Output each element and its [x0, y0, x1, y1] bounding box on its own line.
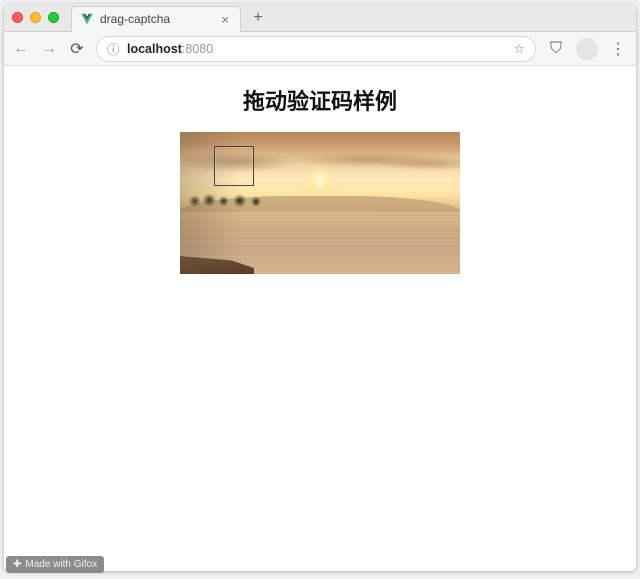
window-close-button[interactable] [12, 12, 23, 23]
url-text: localhost:8080 [127, 42, 213, 56]
gifox-watermark: ✚ Made with Gifox [6, 556, 104, 573]
forward-button[interactable]: → [40, 40, 58, 58]
traffic-lights [12, 12, 59, 23]
url-port: :8080 [182, 42, 213, 56]
window-minimize-button[interactable] [30, 12, 41, 23]
shield-icon[interactable]: ⛉ [546, 40, 566, 58]
profile-avatar-icon[interactable] [576, 38, 598, 60]
tab-close-button[interactable]: × [218, 12, 232, 27]
bookmark-star-icon[interactable]: ☆ [514, 41, 525, 56]
kebab-menu-icon[interactable]: ⋮ [608, 39, 628, 59]
vue-favicon-icon [80, 12, 94, 26]
browser-tab[interactable]: drag-captcha × [71, 6, 241, 32]
watermark-text: Made with Gifox [25, 559, 97, 570]
new-tab-button[interactable]: + [249, 9, 267, 27]
tab-title: drag-captcha [100, 12, 212, 26]
gifox-logo-icon: ✚ [13, 559, 21, 570]
reload-button[interactable]: ⟳ [68, 39, 86, 59]
site-info-icon[interactable]: ⓘ [107, 39, 121, 58]
titlebar: drag-captcha × + [4, 4, 636, 32]
back-button[interactable]: ← [12, 40, 30, 58]
trees-decoration [184, 188, 274, 210]
browser-toolbar: ← → ⟳ ⓘ localhost:8080 ☆ ⛉ ⋮ [4, 32, 636, 66]
url-host: localhost [127, 42, 182, 56]
window-zoom-button[interactable] [48, 12, 59, 23]
sun-decoration [308, 168, 333, 193]
address-bar[interactable]: ⓘ localhost:8080 ☆ [96, 36, 536, 62]
drag-captcha-widget[interactable] [180, 132, 460, 274]
captcha-puzzle-slot[interactable] [214, 146, 254, 186]
page-title: 拖动验证码样例 [4, 84, 636, 116]
page-content: 拖动验证码样例 [4, 66, 636, 571]
browser-window: drag-captcha × + ← → ⟳ ⓘ localhost:8080 … [4, 4, 636, 571]
